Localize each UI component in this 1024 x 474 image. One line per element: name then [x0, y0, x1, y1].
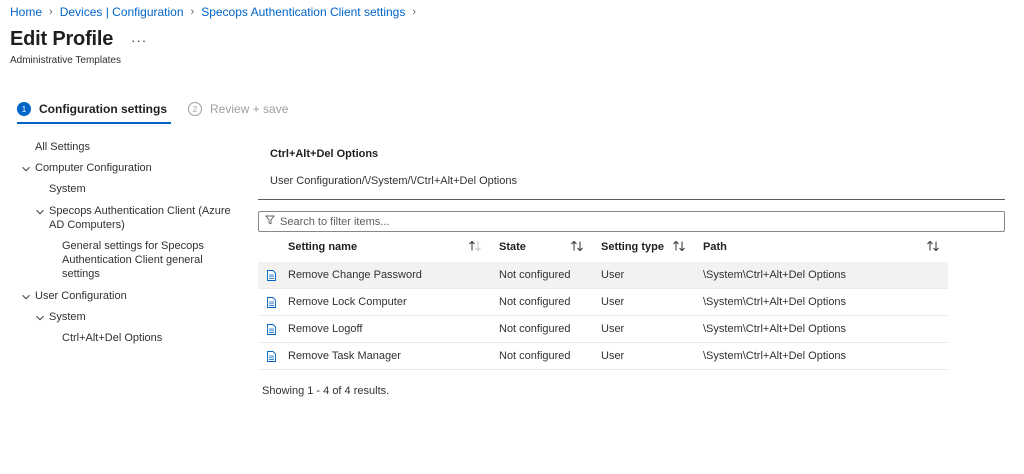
sort-icon[interactable] — [926, 240, 940, 252]
cell-setting-name[interactable]: Remove Logoff — [288, 323, 362, 335]
cell-state: Not configured — [499, 350, 571, 362]
page-subtitle: Administrative Templates — [10, 55, 121, 66]
tree-item-computer-system[interactable]: System — [49, 182, 86, 196]
cell-state: Not configured — [499, 269, 571, 281]
filter-box[interactable] — [258, 211, 1005, 232]
step-configuration-settings[interactable]: 1 Configuration settings — [17, 99, 171, 124]
tree-item-label-line: AD Computers) — [49, 219, 125, 231]
cell-setting-name[interactable]: Remove Task Manager — [288, 350, 401, 362]
page-title: Edit Profile — [10, 28, 114, 50]
results-count: Showing 1 - 4 of 4 results. — [262, 385, 390, 397]
sort-icon[interactable] — [570, 240, 584, 252]
tree-item-label-line: Authentication Client general — [62, 254, 203, 266]
chevron-right-icon: › — [412, 6, 417, 18]
cell-setting-type: User — [601, 323, 625, 335]
sort-ascending-icon[interactable] — [468, 240, 482, 252]
chevron-down-icon[interactable] — [21, 164, 31, 174]
tree-item-general-settings[interactable]: General settings for Specops Authenticat… — [62, 239, 204, 281]
tree-item-user-configuration[interactable]: User Configuration — [35, 289, 127, 303]
table-row[interactable]: Remove Change Password Not configured Us… — [258, 262, 948, 289]
column-header-setting-type[interactable]: Setting type — [601, 241, 664, 253]
cell-setting-name[interactable]: Remove Change Password — [288, 269, 422, 281]
filter-icon — [265, 215, 275, 228]
tree-item-label-line: Specops Authentication Client (Azure — [49, 205, 231, 217]
chevron-right-icon: › — [190, 6, 195, 18]
wizard-steps: 1 Configuration settings 2 Review + save — [17, 99, 288, 124]
step-label: Configuration settings — [39, 102, 167, 116]
tree-item-all-settings[interactable]: All Settings — [35, 140, 90, 154]
table-row[interactable]: Remove Logoff Not configured User \Syste… — [258, 316, 948, 343]
table-row[interactable]: Remove Task Manager Not configured User … — [258, 343, 948, 370]
cell-setting-type: User — [601, 269, 625, 281]
divider — [258, 199, 1005, 200]
cell-setting-type: User — [601, 296, 625, 308]
cell-path: \System\Ctrl+Alt+Del Options — [703, 323, 847, 335]
section-path: User Configuration/\/System/\/Ctrl+Alt+D… — [270, 175, 517, 187]
cell-path: \System\Ctrl+Alt+Del Options — [703, 350, 847, 362]
tree-item-label-line: settings — [62, 268, 100, 280]
filter-input[interactable] — [280, 215, 980, 228]
breadcrumb-devices-configuration[interactable]: Devices | Configuration — [60, 5, 184, 19]
section-title: Ctrl+Alt+Del Options — [270, 148, 379, 160]
column-header-setting-name[interactable]: Setting name — [288, 241, 357, 253]
cell-path: \System\Ctrl+Alt+Del Options — [703, 296, 847, 308]
cell-setting-name[interactable]: Remove Lock Computer — [288, 296, 407, 308]
cell-path: \System\Ctrl+Alt+Del Options — [703, 269, 847, 281]
tree-item-specops-client[interactable]: Specops Authentication Client (Azure AD … — [49, 204, 231, 232]
table-row[interactable]: Remove Lock Computer Not configured User… — [258, 289, 948, 316]
document-icon — [267, 351, 276, 362]
chevron-down-icon[interactable] — [21, 292, 31, 302]
more-options-button[interactable]: ··· — [131, 33, 147, 48]
cell-setting-type: User — [601, 350, 625, 362]
step-number-badge: 2 — [188, 102, 202, 116]
breadcrumb: Home › Devices | Configuration › Specops… — [10, 5, 423, 19]
tree-item-ctrl-alt-del[interactable]: Ctrl+Alt+Del Options — [62, 331, 162, 345]
cell-state: Not configured — [499, 323, 571, 335]
chevron-down-icon[interactable] — [35, 313, 45, 323]
tree-item-label-line: General settings for Specops — [62, 240, 204, 252]
sort-icon[interactable] — [672, 240, 686, 252]
document-icon — [267, 297, 276, 308]
breadcrumb-home[interactable]: Home — [10, 5, 42, 19]
chevron-right-icon: › — [49, 6, 53, 18]
column-header-state[interactable]: State — [499, 241, 526, 253]
step-number-badge: 1 — [17, 102, 31, 116]
tree-item-computer-configuration[interactable]: Computer Configuration — [35, 161, 152, 175]
step-review-save[interactable]: 2 Review + save — [188, 99, 288, 119]
breadcrumb-specops-settings[interactable]: Specops Authentication Client settings — [201, 5, 405, 19]
cell-state: Not configured — [499, 296, 571, 308]
title-row: Edit Profile ··· — [10, 28, 147, 51]
document-icon — [267, 324, 276, 335]
chevron-down-icon[interactable] — [35, 207, 45, 217]
document-icon — [267, 270, 276, 281]
step-label: Review + save — [210, 102, 289, 116]
column-header-path[interactable]: Path — [703, 241, 727, 253]
tree-item-user-system[interactable]: System — [49, 310, 86, 324]
